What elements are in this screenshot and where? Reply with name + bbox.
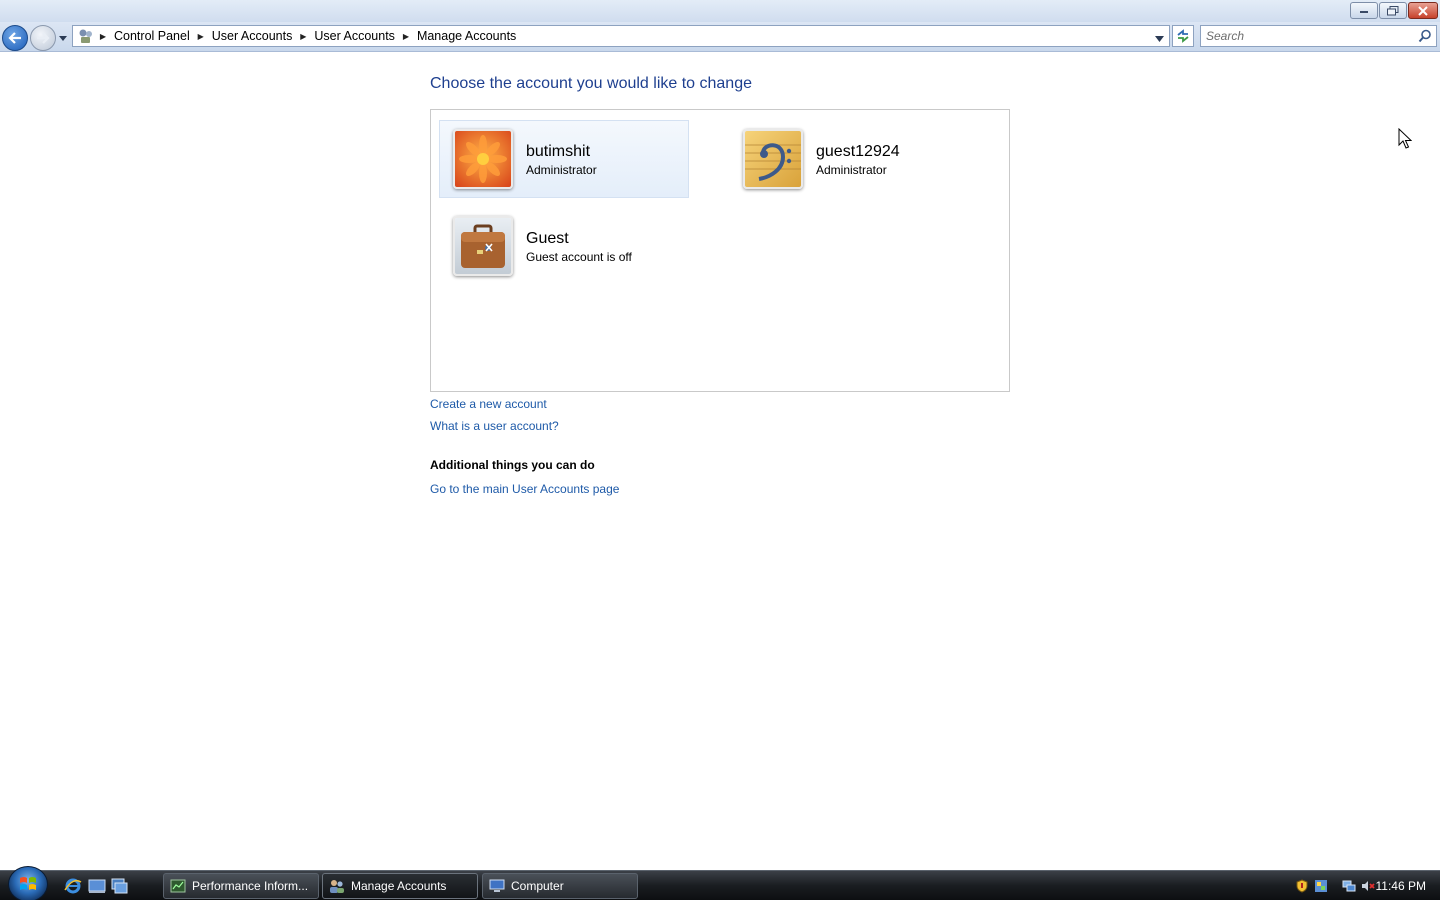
page-title: Choose the account you would like to cha… (430, 75, 752, 92)
forward-button[interactable] (30, 25, 56, 51)
minimize-button[interactable] (1350, 2, 1378, 19)
taskbar: Performance Inform... Manage Accounts Co… (0, 866, 1440, 900)
navigation-bar: ▶ Control Panel ▶ User Accounts ▶ User A… (0, 22, 1440, 52)
breadcrumb-user-accounts-2[interactable]: User Accounts (310, 29, 399, 43)
minimize-icon (1360, 10, 1368, 13)
address-bar[interactable]: ▶ Control Panel ▶ User Accounts ▶ User A… (72, 25, 1170, 47)
internet-explorer-icon[interactable] (64, 877, 82, 895)
account-name: Guest (526, 230, 569, 247)
account-picture-bass-clef (743, 129, 803, 189)
start-button[interactable] (8, 866, 48, 900)
task-label: Computer (511, 879, 564, 893)
create-account-link[interactable]: Create a new account (430, 397, 547, 411)
breadcrumb-manage-accounts[interactable]: Manage Accounts (413, 29, 520, 43)
network-icon[interactable] (1342, 879, 1356, 893)
account-tile-guest12924[interactable]: guest12924 Administrator (729, 120, 979, 198)
breadcrumb-user-accounts[interactable]: User Accounts (208, 29, 297, 43)
forward-arrow-icon (37, 32, 50, 44)
account-tile-guest[interactable]: Guest Guest account is off (439, 207, 689, 285)
additional-things-heading: Additional things you can do (430, 458, 595, 472)
window-controls (1350, 2, 1438, 19)
control-panel-icon (76, 26, 96, 46)
close-icon (1418, 5, 1428, 16)
taskbar-item-computer[interactable]: Computer (482, 873, 638, 899)
restore-icon (1387, 5, 1399, 15)
volume-muted-icon[interactable] (1361, 879, 1375, 893)
what-is-user-account-link[interactable]: What is a user account? (430, 419, 559, 433)
mouse-cursor-icon (1398, 128, 1412, 149)
back-button[interactable] (2, 25, 28, 51)
windows-logo-icon (20, 877, 36, 890)
close-button[interactable] (1408, 2, 1438, 19)
account-name: guest12924 (816, 143, 900, 160)
computer-icon (489, 879, 505, 892)
task-label: Performance Inform... (192, 879, 309, 893)
refresh-button[interactable] (1172, 25, 1194, 47)
performance-icon (170, 879, 186, 893)
search-box[interactable] (1200, 25, 1437, 47)
windows-update-icon[interactable] (1314, 879, 1328, 893)
back-arrow-icon (8, 32, 21, 44)
account-role: Guest account is off (526, 250, 632, 264)
breadcrumb-separator-icon[interactable]: ▶ (96, 32, 110, 41)
chevron-down-icon (1155, 36, 1164, 42)
restore-button[interactable] (1379, 2, 1407, 19)
account-picture-briefcase (453, 216, 513, 276)
refresh-icon (1177, 29, 1189, 43)
search-icon[interactable] (1418, 29, 1432, 43)
address-dropdown-button[interactable] (1155, 31, 1165, 42)
search-input[interactable] (1206, 26, 1416, 46)
account-name: butimshit (526, 143, 591, 160)
account-role: Administrator (816, 163, 887, 177)
switch-windows-icon[interactable] (110, 877, 128, 895)
breadcrumb-separator-icon[interactable]: ▶ (194, 32, 208, 41)
task-label: Manage Accounts (351, 879, 447, 893)
account-list: butimshit Administrator guest12924 Admin… (430, 109, 1010, 392)
account-tile-butimshit[interactable]: butimshit Administrator (439, 120, 689, 198)
account-role: Administrator (526, 163, 597, 177)
main-user-accounts-link[interactable]: Go to the main User Accounts page (430, 482, 619, 496)
breadcrumb: ▶ Control Panel ▶ User Accounts ▶ User A… (96, 29, 520, 43)
show-desktop-icon[interactable] (88, 877, 106, 895)
recent-pages-dropdown[interactable] (58, 32, 68, 44)
security-shield-icon[interactable] (1295, 879, 1309, 893)
taskbar-item-manage-accounts[interactable]: Manage Accounts (322, 873, 478, 899)
breadcrumb-control-panel[interactable]: Control Panel (110, 29, 194, 43)
window-title-bar (0, 0, 1440, 22)
users-icon (330, 880, 344, 893)
breadcrumb-separator-icon[interactable]: ▶ (399, 32, 413, 41)
account-picture-flower (453, 129, 513, 189)
taskbar-clock[interactable]: 11:46 PM (1376, 879, 1426, 893)
taskbar-item-performance[interactable]: Performance Inform... (163, 873, 319, 899)
breadcrumb-separator-icon[interactable]: ▶ (296, 32, 310, 41)
chevron-down-icon (59, 35, 67, 41)
